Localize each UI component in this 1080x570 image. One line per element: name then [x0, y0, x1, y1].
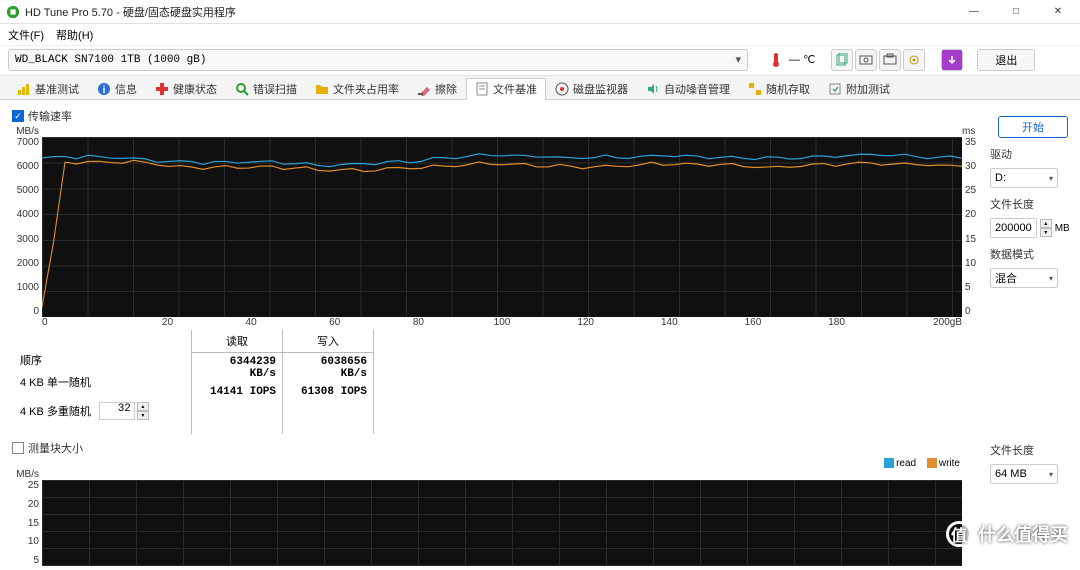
- seq-write-value: 6038656 KB/s: [283, 353, 373, 383]
- icon-button-group: [831, 49, 925, 71]
- minimize-button[interactable]: —: [960, 3, 988, 21]
- y-axis-left: 70006000500040003000200010000: [12, 137, 42, 317]
- col-write: 写入: [283, 330, 373, 353]
- tab-erase[interactable]: 擦除: [408, 77, 466, 99]
- filelen-input[interactable]: 200000: [990, 218, 1037, 238]
- chevron-down-icon: ▾: [1049, 470, 1053, 479]
- filebench-icon: [475, 82, 489, 96]
- tab-random[interactable]: 随机存取: [739, 77, 819, 99]
- chart-plot-area: [42, 137, 962, 317]
- svg-text:i: i: [103, 85, 106, 96]
- spin-up[interactable]: ▴: [137, 402, 149, 411]
- window-title: HD Tune Pro 5.70 - 硬盘/固态硬盘实用程序: [25, 4, 960, 20]
- y-axis-right: 35302520151050: [962, 137, 982, 317]
- r4k-read-value: 14141 IOPS: [192, 383, 282, 401]
- tab-monitor[interactable]: 磁盘监视器: [546, 77, 637, 99]
- folder-icon: [315, 82, 329, 96]
- temperature-value: — ℃: [789, 53, 815, 66]
- block-size-chart: 252015105: [12, 480, 982, 566]
- drive-label: 驱动: [990, 146, 1068, 162]
- tab-extra[interactable]: 附加测试: [819, 77, 899, 99]
- tab-info[interactable]: i信息: [88, 77, 146, 99]
- block-size-label: 测量块大小: [28, 440, 83, 456]
- chevron-down-icon: ▾: [735, 53, 741, 67]
- watermark-text: 什么值得买: [978, 521, 1068, 547]
- scan-icon: [235, 82, 249, 96]
- copy-info-button[interactable]: [831, 49, 853, 71]
- menu-bar: 文件(F) 帮助(H): [0, 24, 1080, 46]
- tab-filebench[interactable]: 文件基准: [466, 78, 546, 100]
- spin-down[interactable]: ▾: [137, 411, 149, 420]
- x-axis: 020406080100120140160180200gB: [12, 317, 982, 328]
- r4k-write-value: 61308 IOPS: [283, 383, 373, 401]
- device-select-value: WD_BLACK SN7100 1TB (1000 gB): [15, 54, 206, 66]
- device-select[interactable]: WD_BLACK SN7100 1TB (1000 gB) ▾: [8, 49, 748, 71]
- thermometer-icon: [768, 52, 784, 68]
- monitor-icon: [555, 82, 569, 96]
- drive-select[interactable]: D:▾: [990, 168, 1058, 188]
- datamode-select[interactable]: 混合▾: [990, 268, 1058, 288]
- block-size-checkbox[interactable]: [12, 442, 24, 454]
- start-button[interactable]: 开始: [998, 116, 1068, 138]
- chevron-down-icon: ▾: [1049, 174, 1053, 183]
- info-icon: i: [97, 82, 111, 96]
- file-benchmark-panel: ✓ 传输速率 MB/s ms 7000600050004000300020001…: [0, 100, 1080, 570]
- close-button[interactable]: ✕: [1044, 3, 1072, 21]
- size-select[interactable]: 64 MB▾: [990, 464, 1058, 484]
- watermark: 值 什么值得买: [946, 521, 1068, 547]
- chart2-legend: read write: [12, 458, 982, 469]
- transfer-rate-chart: 70006000500040003000200010000 3530252015…: [12, 137, 982, 317]
- benchmark-icon: [17, 82, 31, 96]
- chart2-y-axis: 252015105: [12, 480, 42, 566]
- menu-help[interactable]: 帮助(H): [56, 27, 93, 43]
- exit-button[interactable]: 退出: [977, 49, 1035, 71]
- datamode-label: 数据模式: [990, 246, 1068, 262]
- side-controls: 开始 驱动 D:▾ 文件长度 200000 ▴▾ MB 数据模式 混合▾ 文件长…: [990, 108, 1068, 566]
- screenshot-button[interactable]: [855, 49, 877, 71]
- transfer-rate-label: 传输速率: [28, 108, 72, 124]
- title-bar: HD Tune Pro 5.70 - 硬盘/固态硬盘实用程序 — □ ✕: [0, 0, 1080, 24]
- tab-health[interactable]: 健康状态: [146, 77, 226, 99]
- maximize-button[interactable]: □: [1002, 3, 1030, 21]
- size-label: 文件长度: [990, 442, 1068, 458]
- tab-folder[interactable]: 文件夹占用率: [306, 77, 408, 99]
- transfer-rate-checkbox[interactable]: ✓: [12, 110, 24, 122]
- tab-scan[interactable]: 错误扫描: [226, 77, 306, 99]
- toolbar: WD_BLACK SN7100 1TB (1000 gB) ▾ — ℃ 退出: [0, 46, 1080, 76]
- save-button-group: [941, 49, 963, 71]
- chart2-plot-area: [42, 480, 962, 566]
- y-axis-right-unit: ms: [962, 126, 982, 137]
- queue-depth-input[interactable]: 32: [99, 402, 135, 420]
- health-icon: [155, 82, 169, 96]
- save-button[interactable]: [941, 49, 963, 71]
- chevron-down-icon: ▾: [1049, 274, 1053, 283]
- temperature-display: — ℃: [768, 52, 815, 68]
- menu-file[interactable]: 文件(F): [8, 27, 44, 43]
- filelen-label: 文件长度: [990, 196, 1068, 212]
- watermark-icon: 值: [946, 521, 972, 547]
- spin-down[interactable]: ▾: [1040, 228, 1052, 237]
- random-icon: [748, 82, 762, 96]
- spin-up[interactable]: ▴: [1040, 219, 1052, 228]
- row-4k-multi: 4 KB 多重随机: [20, 403, 91, 419]
- legend-write-swatch: [927, 458, 937, 468]
- aam-icon: [646, 82, 660, 96]
- tab-aam[interactable]: 自动噪音管理: [637, 77, 739, 99]
- legend-read-swatch: [884, 458, 894, 468]
- tab-bar: 基准测试i信息健康状态错误扫描文件夹占用率擦除文件基准磁盘监视器自动噪音管理随机…: [0, 76, 1080, 100]
- filelen-unit: MB: [1055, 223, 1070, 234]
- col-read: 读取: [192, 330, 282, 353]
- erase-icon: [417, 82, 431, 96]
- app-icon: [6, 5, 20, 19]
- settings-button[interactable]: [903, 49, 925, 71]
- results-table: 顺序 4 KB 单一随机 4 KB 多重随机 32 ▴▾ 读取 6344239 …: [12, 330, 982, 434]
- extra-icon: [828, 82, 842, 96]
- chart2-y-unit: MB/s: [12, 469, 42, 480]
- row-4k-single: 4 KB 单一随机: [20, 371, 183, 393]
- tab-benchmark[interactable]: 基准测试: [8, 77, 88, 99]
- copy-screenshot-button[interactable]: [879, 49, 901, 71]
- y-axis-left-unit: MB/s: [12, 126, 42, 137]
- row-sequential: 顺序: [20, 349, 183, 371]
- seq-read-value: 6344239 KB/s: [192, 353, 282, 383]
